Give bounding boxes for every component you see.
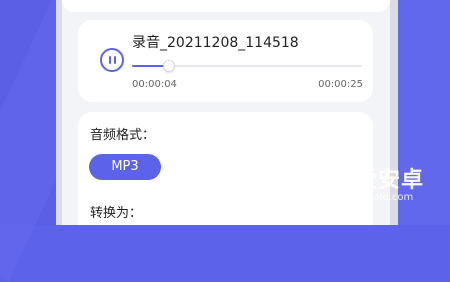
pause-button[interactable] — [100, 48, 124, 72]
watermark: 我爱安卓 52android.com — [296, 158, 446, 210]
logo-eye — [305, 175, 310, 180]
watermark-text: 我爱安卓 — [332, 168, 425, 193]
watermark-url: 52android.com — [338, 192, 414, 203]
logo-mouth — [306, 185, 316, 191]
android-logo-icon — [296, 160, 326, 200]
progress-track[interactable] — [132, 60, 362, 72]
duration-time: 00:00:25 — [318, 79, 363, 90]
current-time: 00:00:04 — [132, 79, 177, 90]
pause-icon — [109, 56, 111, 64]
audio-format-label: 音频格式： — [90, 128, 156, 143]
recording-title: 录音_20211208_114518 — [132, 35, 299, 51]
progress-thumb[interactable] — [162, 60, 175, 72]
format-mp3-button[interactable]: MP3 — [89, 154, 161, 180]
player-card: 录音_20211208_114518 00:00:04 00:00:25 — [78, 20, 373, 102]
convert-to-label: 转换为： — [90, 206, 143, 221]
logo-eye — [313, 175, 318, 180]
top-card-edge — [62, 0, 390, 12]
pause-icon-bar — [114, 56, 116, 64]
